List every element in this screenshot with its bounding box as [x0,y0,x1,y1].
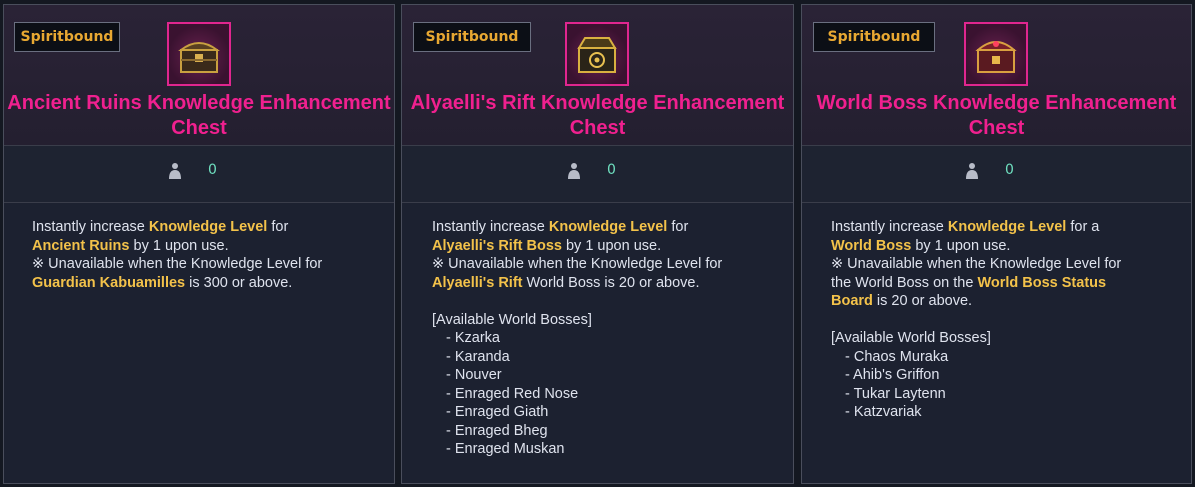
desc-highlight: Board [831,293,873,309]
owned-count-row: 0 [402,146,793,203]
owned-count: 0 [1005,162,1014,178]
owned-count-row: 0 [802,146,1191,203]
boss-list-item: - Enraged Bheg [446,422,548,439]
item-tooltip-ancient-ruins: Spiritbound Ancient Ruins Knowledge Enha… [3,4,395,484]
desc-highlight: Knowledge Level [947,219,1067,235]
boss-list-header: [Available World Bosses] [831,330,991,346]
desc-text: is 300 or above. [185,274,293,291]
desc-highlight: World Boss Status [977,274,1107,291]
item-title-line-2: Chest [171,117,227,139]
desc-text: for [267,219,289,235]
desc-highlight: Guardian Kabuamilles [32,274,186,291]
boss-list-item: - Enraged Red Nose [446,385,579,402]
spiritbound-badge: Spiritbound [413,22,531,52]
item-description: Instantly increase Knowledge Level for A… [432,218,773,459]
boss-list-item: - Kzarka [446,330,500,346]
boss-list-item: - Ahib's Griffon [845,367,940,383]
desc-notice: ※ Unavailable when the Knowledge Level f… [32,256,323,272]
desc-text: Instantly increase [32,219,149,235]
person-icon [966,163,978,179]
desc-text: for [667,219,689,235]
desc-notice: ※ Unavailable when the Knowledge Level f… [831,256,1122,272]
desc-highlight: Alyaelli's Rift [432,274,523,291]
desc-text: for a [1066,219,1100,235]
item-title-line-1: Alyaelli's Rift Knowledge Enhancement [410,92,785,114]
item-title-line-1: Ancient Ruins Knowledge Enhancement [7,92,391,114]
boss-list-item: - Karanda [446,348,510,365]
item-title: Ancient Ruins Knowledge Enhancement Ches… [4,91,394,141]
treasure-chest-icon[interactable] [964,22,1028,86]
desc-highlight: Alyaelli's Rift Boss [432,237,562,254]
item-tooltip-alyaelli-rift: Spiritbound Alyaelli's Rift Knowledge En… [401,4,794,484]
desc-highlight: World Boss [831,237,912,254]
tooltip-header: Spiritbound World Boss Knowledge Enhance… [802,5,1191,146]
desc-notice: ※ Unavailable when the Knowledge Level f… [432,256,723,272]
owned-count: 0 [607,162,616,178]
item-title-line-2: Chest [968,117,1025,139]
desc-highlight: Ancient Ruins [32,237,130,254]
treasure-chest-icon[interactable] [167,22,231,86]
desc-highlight: Knowledge Level [548,219,668,235]
owned-count: 0 [208,162,217,178]
spiritbound-badge: Spiritbound [813,22,935,52]
item-description: Instantly increase Knowledge Level for A… [32,218,374,292]
desc-text: World Boss is 20 or above. [522,274,700,291]
desc-text: Instantly increase [432,219,549,235]
spiritbound-badge: Spiritbound [14,22,120,52]
boss-list-item: - Enraged Giath [446,404,549,420]
boss-list-item: - Katzvariak [845,404,922,420]
tooltip-header: Spiritbound Ancient Ruins Knowledge Enha… [4,5,394,146]
boss-list-header: [Available World Bosses] [432,311,592,328]
tooltip-header: Spiritbound Alyaelli's Rift Knowledge En… [402,5,793,146]
boss-list-item: - Chaos Muraka [845,348,949,365]
desc-text: by 1 upon use. [561,237,662,254]
desc-text: Instantly increase [831,219,948,235]
item-title: Alyaelli's Rift Knowledge Enhancement Ch… [402,91,793,141]
item-title-line-1: World Boss Knowledge Enhancement [816,92,1177,114]
desc-text: by 1 upon use. [129,237,229,254]
item-title-line-2: Chest [569,117,626,139]
desc-text: the World Boss on the [831,274,978,291]
desc-text: by 1 upon use. [911,237,1011,254]
desc-highlight: Knowledge Level [148,219,268,235]
boss-list-item: - Tukar Laytenn [845,385,946,402]
treasure-chest-icon[interactable] [565,22,629,86]
item-description: Instantly increase Knowledge Level for a… [831,218,1171,422]
item-title: World Boss Knowledge Enhancement Chest [802,91,1191,141]
desc-text: is 20 or above. [872,293,973,309]
owned-count-row: 0 [4,146,394,203]
person-icon [169,163,181,179]
boss-list-item: - Nouver [446,367,502,383]
item-tooltip-world-boss: Spiritbound World Boss Knowledge Enhance… [801,4,1192,484]
boss-list-item: - Enraged Muskan [446,441,565,457]
person-icon [568,163,580,179]
